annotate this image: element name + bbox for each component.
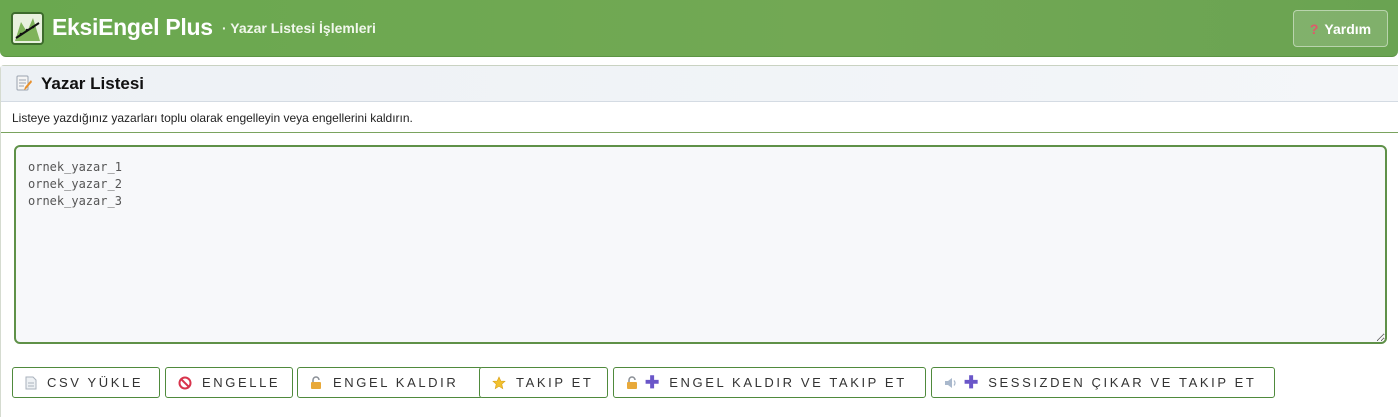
block-label: ENGELLE bbox=[202, 375, 281, 390]
eksiengel-logo-icon bbox=[11, 12, 44, 45]
plus-icon: ✚ bbox=[645, 372, 660, 392]
star-icon bbox=[492, 375, 506, 390]
block-button[interactable]: ENGELLE bbox=[165, 367, 293, 398]
unblock-button[interactable]: ENGEL KALDIR bbox=[297, 367, 483, 398]
author-list-panel: Yazar Listesi Listeye yazdığınız yazarla… bbox=[0, 65, 1398, 417]
follow-label: TAKIP ET bbox=[516, 375, 594, 390]
app-header: EksiEngel Plus · Yazar Listesi İşlemleri… bbox=[0, 0, 1398, 57]
help-button-label: Yardım bbox=[1324, 20, 1372, 37]
panel-header: Yazar Listesi bbox=[1, 66, 1398, 102]
speaker-icon bbox=[944, 376, 958, 390]
unmute-and-follow-button[interactable]: ✚ SESSIZDEN ÇIKAR VE TAKIP ET bbox=[931, 367, 1275, 398]
memo-pencil-icon bbox=[16, 75, 32, 92]
panel-title: Yazar Listesi bbox=[41, 74, 145, 93]
question-mark-icon: ? bbox=[1309, 20, 1319, 37]
csv-upload-button[interactable]: CSV YÜKLE bbox=[12, 367, 160, 398]
document-icon bbox=[25, 376, 37, 390]
prohibited-icon bbox=[178, 376, 192, 390]
unblock-and-follow-button[interactable]: ✚ ENGEL KALDIR VE TAKIP ET bbox=[613, 367, 926, 398]
csv-upload-label: CSV YÜKLE bbox=[47, 375, 144, 390]
unlocked-icon bbox=[310, 375, 323, 390]
unblock-and-follow-label: ENGEL KALDIR VE TAKIP ET bbox=[669, 375, 907, 390]
app-title: EksiEngel Plus bbox=[52, 14, 213, 40]
panel-description: Listeye yazdığınız yazarları toplu olara… bbox=[12, 111, 413, 125]
unblock-label: ENGEL KALDIR bbox=[333, 375, 459, 390]
unlocked-icon bbox=[626, 375, 639, 390]
unmute-and-follow-label: SESSIZDEN ÇIKAR VE TAKIP ET bbox=[988, 375, 1257, 390]
help-button[interactable]: ? Yardım bbox=[1293, 10, 1388, 47]
page-subtitle: · Yazar Listesi İşlemleri bbox=[222, 20, 376, 36]
follow-button[interactable]: TAKIP ET bbox=[479, 367, 608, 398]
divider bbox=[1, 132, 1398, 133]
plus-icon: ✚ bbox=[964, 372, 979, 392]
author-list-input[interactable] bbox=[14, 145, 1387, 344]
